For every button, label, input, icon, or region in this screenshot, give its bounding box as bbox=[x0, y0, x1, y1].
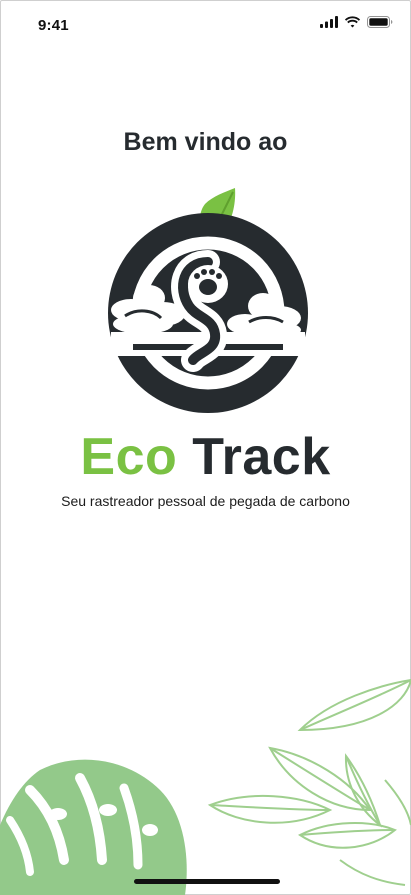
app-name-track: Track bbox=[192, 428, 331, 486]
status-bar: 9:41 bbox=[0, 0, 411, 52]
battery-icon bbox=[367, 16, 393, 28]
wifi-icon bbox=[344, 16, 361, 28]
home-indicator[interactable] bbox=[134, 879, 280, 884]
app-name: Eco Track bbox=[0, 427, 411, 487]
monstera-leaf-icon bbox=[0, 759, 187, 895]
welcome-heading: Bem vindo ao bbox=[123, 128, 288, 156]
app-tagline: Seu rastreador pessoal de pegada de carb… bbox=[61, 493, 350, 509]
outline-leaves-icon bbox=[207, 678, 411, 886]
status-time: 9:41 bbox=[38, 17, 69, 34]
status-icons bbox=[320, 16, 393, 28]
app-name-eco: Eco bbox=[80, 428, 178, 486]
decorative-leaves bbox=[0, 678, 411, 895]
signal-icon bbox=[320, 16, 338, 28]
eco-track-logo bbox=[108, 188, 308, 413]
